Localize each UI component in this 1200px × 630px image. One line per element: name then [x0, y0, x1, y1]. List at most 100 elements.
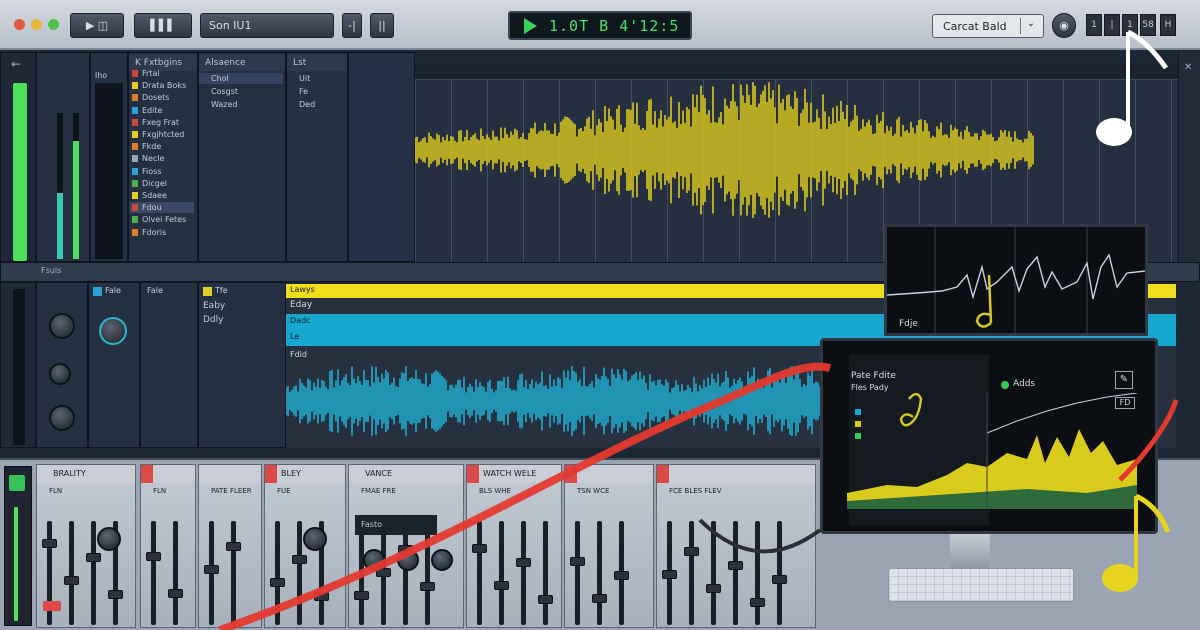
fader-cap[interactable] — [86, 553, 101, 562]
tools-button[interactable]: ▶ ◫ — [70, 13, 124, 38]
timeline-ruler[interactable] — [415, 64, 1200, 80]
strip-header[interactable] — [565, 465, 653, 483]
pan-knob[interactable] — [99, 317, 127, 345]
channel-fader[interactable] — [270, 521, 285, 625]
fader-cap[interactable] — [516, 558, 531, 567]
channel-fader[interactable] — [662, 521, 677, 625]
browser-list-item[interactable]: Fdoris — [130, 227, 194, 238]
strip-knob[interactable] — [303, 527, 327, 551]
fader-cap[interactable] — [270, 578, 285, 587]
channel-fader[interactable] — [168, 521, 183, 625]
channel-fader[interactable] — [516, 521, 531, 625]
browser-list-item[interactable]: Olvei Fetes — [130, 214, 194, 225]
channel-fader[interactable] — [226, 521, 241, 625]
strip-header[interactable]: BLEY — [265, 465, 345, 483]
fader-cap[interactable] — [728, 561, 743, 570]
eq-knob[interactable] — [397, 549, 419, 571]
eq-knob[interactable] — [363, 549, 385, 571]
channel-fader[interactable] — [614, 521, 629, 625]
channel-fader[interactable] — [292, 521, 307, 625]
browser-list-item[interactable]: Frtal — [130, 68, 194, 79]
browser-col3-item[interactable]: Fe — [287, 86, 345, 97]
fader-cap[interactable] — [684, 547, 699, 556]
fader-cap[interactable] — [570, 557, 585, 566]
fader-cap[interactable] — [772, 575, 787, 584]
track-1-name[interactable]: Eaby — [203, 301, 225, 311]
channel-fader[interactable] — [146, 521, 161, 625]
channel-fader[interactable] — [376, 521, 391, 625]
browser-list-item[interactable]: Edite — [130, 105, 194, 116]
browser-list-item[interactable]: Dosets — [130, 92, 194, 103]
browser-list-item[interactable]: Fkde — [130, 141, 194, 152]
fader-cap[interactable] — [168, 589, 183, 598]
fader-cap[interactable] — [226, 542, 241, 551]
fader-cap[interactable] — [354, 591, 369, 600]
transport-display[interactable]: 1.0T B 4'12:5 — [508, 11, 692, 40]
channel-fader[interactable] — [420, 521, 435, 625]
browser-list-item[interactable]: Sdaee — [130, 190, 194, 201]
strip-knob[interactable] — [97, 527, 121, 551]
yellow-waveform[interactable] — [415, 80, 1035, 220]
strip-header[interactable]: WATCH WELE — [467, 465, 561, 483]
fader-cap[interactable] — [314, 592, 329, 601]
scope-window[interactable]: Fdje — [884, 224, 1148, 336]
browser-list-item[interactable]: Drata Boks — [130, 80, 194, 91]
cyan-waveform[interactable] — [286, 360, 846, 442]
fader-cap[interactable] — [108, 590, 123, 599]
strip-header[interactable]: BRALITY — [37, 465, 135, 483]
browser-list-item[interactable]: Fioss — [130, 166, 194, 177]
browser-col2-item[interactable]: Cosgst — [199, 86, 283, 97]
channel-fader[interactable] — [64, 521, 79, 625]
fader-cap[interactable] — [494, 581, 509, 590]
channel-fader[interactable] — [706, 521, 721, 625]
eq-knob[interactable] — [431, 549, 453, 571]
channel-fader[interactable] — [494, 521, 509, 625]
fader-cap[interactable] — [538, 595, 553, 604]
channel-fader[interactable] — [538, 521, 553, 625]
browser-list-item[interactable]: Fdou — [130, 202, 194, 214]
browser-col2-header[interactable]: Alsaence — [199, 55, 285, 71]
pen-icon[interactable]: ✎ — [1115, 371, 1133, 389]
track-1-subname[interactable]: Ddly — [203, 315, 223, 325]
fader-cap[interactable] — [706, 584, 721, 593]
preset-select[interactable]: Carcat Bald ⌄ — [932, 14, 1044, 38]
track-knob-3[interactable] — [49, 405, 75, 431]
minimize-window-button[interactable] — [31, 19, 42, 30]
channel-fader[interactable] — [750, 521, 765, 625]
back-arrow-icon[interactable]: ← — [11, 57, 21, 71]
channel-fader[interactable] — [772, 521, 787, 625]
mixer-toggle-button[interactable]: ▌▌▌ — [134, 13, 192, 38]
record-button[interactable]: ◉ — [1052, 13, 1076, 38]
fader-cap[interactable] — [42, 539, 57, 548]
fader-cap[interactable] — [146, 552, 161, 561]
fader-cap[interactable] — [420, 582, 435, 591]
play-icon[interactable] — [524, 17, 537, 34]
channel-fader[interactable] — [354, 521, 369, 625]
strip-header[interactable]: VANCE — [349, 465, 463, 483]
fader-cap[interactable] — [64, 576, 79, 585]
browser-list-item[interactable]: Dicgel — [130, 178, 194, 189]
channel-fader[interactable] — [86, 521, 101, 625]
browser-list-item[interactable]: Fxeg Frat — [130, 117, 194, 128]
mute-button[interactable] — [43, 601, 61, 611]
marker-button[interactable]: -| — [342, 13, 362, 38]
project-name-field[interactable]: Son IU1 — [200, 13, 334, 38]
channel-fader[interactable] — [398, 521, 413, 625]
vertical-scrollbar[interactable]: ✕ — [1178, 52, 1200, 262]
browser-col3-item[interactable]: Ded — [287, 99, 345, 110]
fader-cap[interactable] — [472, 544, 487, 553]
strip-header[interactable] — [141, 465, 195, 483]
fader-cap[interactable] — [614, 571, 629, 580]
track-knob-2[interactable] — [49, 363, 71, 385]
browser-col2-item[interactable]: Wazed — [199, 99, 283, 110]
strip-header[interactable] — [199, 465, 261, 483]
maximize-window-button[interactable] — [48, 19, 59, 30]
browser-list-item[interactable]: Fxgjhtcted — [130, 129, 194, 140]
track-knob-1[interactable] — [49, 313, 75, 339]
power-icon[interactable] — [9, 475, 25, 491]
close-icon[interactable]: ✕ — [1184, 62, 1192, 73]
fader-cap[interactable] — [204, 565, 219, 574]
browser-list-item[interactable]: Necle — [130, 153, 194, 164]
channel-fader[interactable] — [204, 521, 219, 625]
browser-col3-header[interactable]: Lst — [287, 55, 347, 71]
